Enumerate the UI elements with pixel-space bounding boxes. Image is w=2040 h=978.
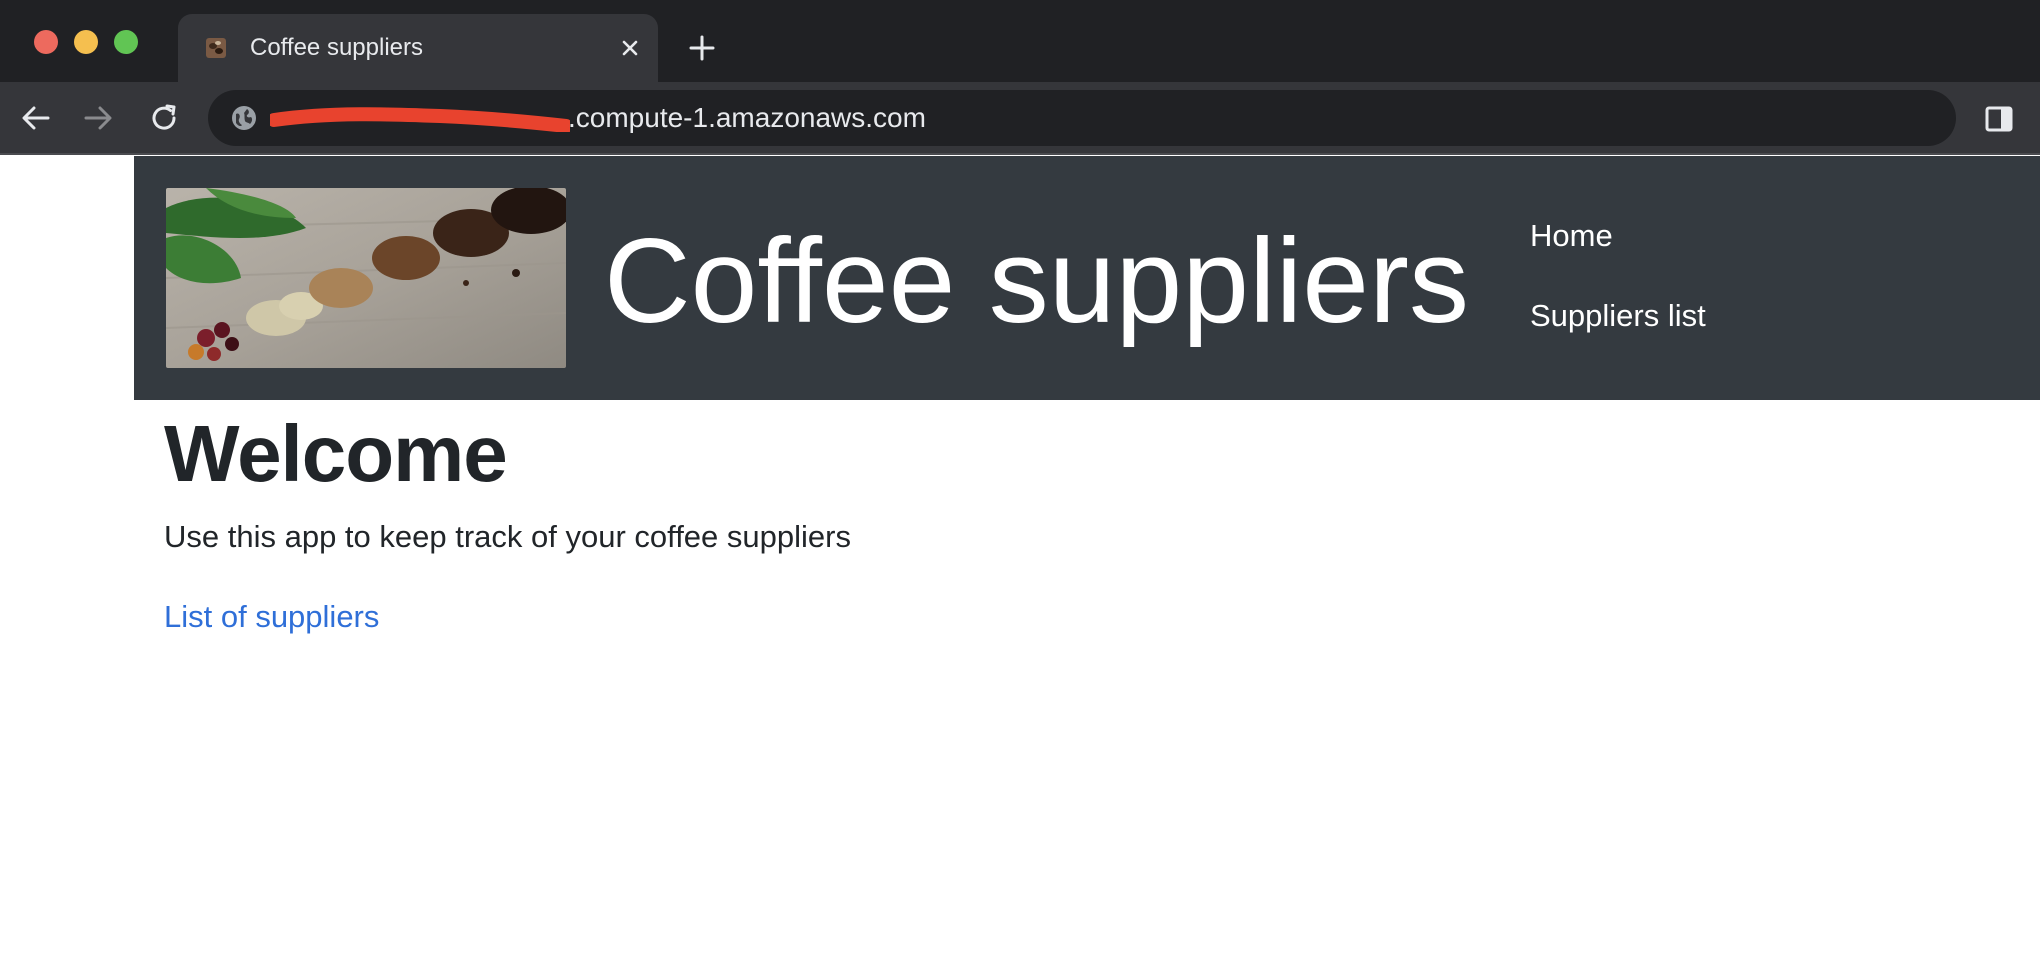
close-icon[interactable] (616, 34, 644, 62)
list-of-suppliers-link[interactable]: List of suppliers (164, 598, 379, 636)
main-content: Welcome Use this app to keep track of yo… (164, 410, 1964, 636)
url-text[interactable]: .compute-1.amazonaws.com (568, 104, 926, 132)
site-header: Coffee suppliers Home Suppliers list (134, 156, 2040, 400)
close-window-button[interactable] (34, 30, 58, 54)
site-title: Coffee suppliers (604, 214, 1469, 348)
nav-link-home[interactable]: Home (1530, 218, 1706, 254)
redaction-mark (270, 107, 570, 132)
maximize-window-button[interactable] (114, 30, 138, 54)
side-panel-icon[interactable] (1984, 104, 2014, 134)
intro-text: Use this app to keep track of your coffe… (164, 519, 851, 554)
nav-link-suppliers-list[interactable]: Suppliers list (1530, 298, 1706, 334)
back-arrow-icon[interactable] (18, 100, 54, 136)
browser-tabstrip: Coffee suppliers (0, 0, 2040, 82)
minimize-window-button[interactable] (74, 30, 98, 54)
reload-icon[interactable] (146, 100, 182, 136)
globe-icon[interactable] (230, 104, 258, 132)
tab-title: Coffee suppliers (250, 34, 423, 61)
forward-arrow-icon[interactable] (80, 100, 116, 136)
address-bar[interactable]: .compute-1.amazonaws.com (208, 90, 1956, 146)
coffee-beans-image (166, 188, 566, 368)
page-title: Welcome (164, 409, 508, 498)
plus-icon[interactable] (686, 32, 718, 64)
coffee-favicon-icon (202, 34, 230, 62)
header-nav: Home Suppliers list (1530, 218, 1706, 378)
browser-tab-active[interactable]: Coffee suppliers (178, 14, 658, 82)
browser-toolbar: .compute-1.amazonaws.com (0, 82, 2040, 155)
